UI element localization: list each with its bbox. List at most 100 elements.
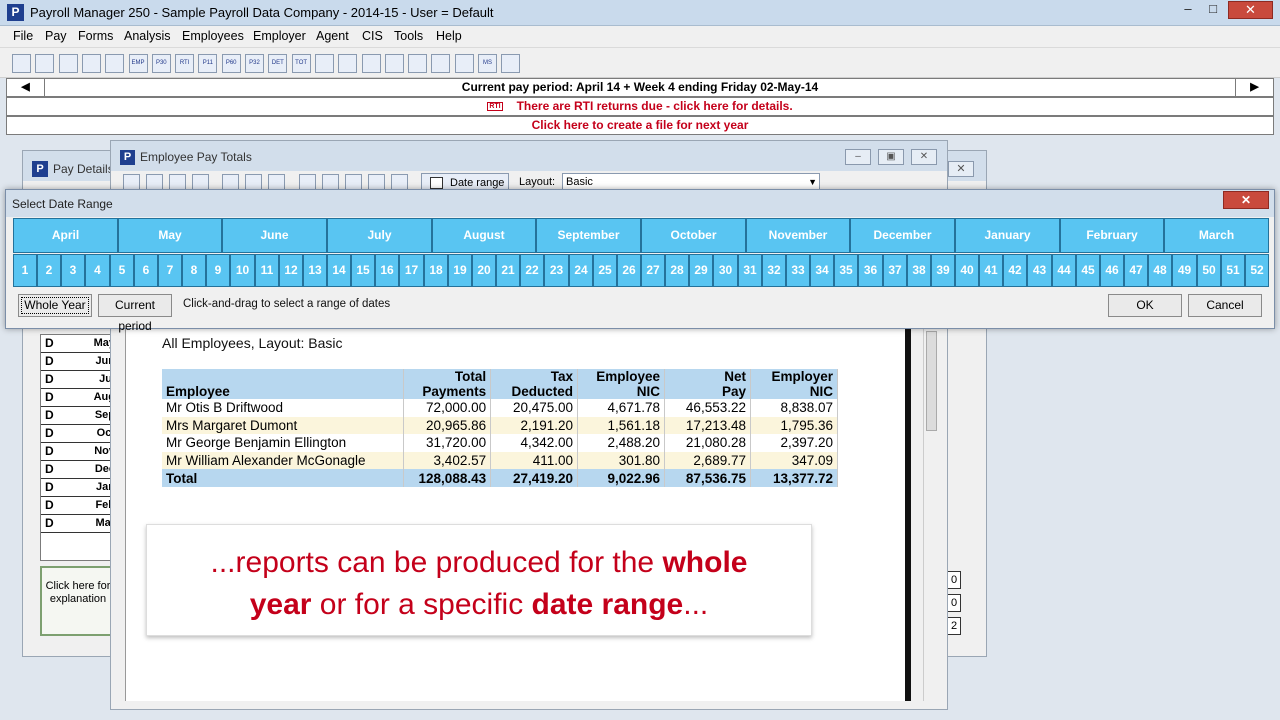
current-period-button[interactable]: Current period [98, 294, 172, 333]
tot-form-icon[interactable]: TOT [291, 54, 311, 73]
list-item[interactable]: DJan [41, 479, 111, 497]
web-icon[interactable] [501, 54, 521, 73]
week-cell[interactable]: 3 [61, 254, 85, 287]
month-cell-july[interactable]: July [327, 218, 432, 253]
month-cell-june[interactable]: June [222, 218, 327, 253]
rti-due-bar[interactable]: RTI There are RTI returns due - click her… [6, 97, 1274, 116]
p60-form-icon[interactable]: P60 [221, 54, 241, 73]
tick-icon[interactable] [314, 54, 334, 73]
week-cell[interactable]: 51 [1221, 254, 1245, 287]
week-cell[interactable]: 13 [303, 254, 327, 287]
grid-icon[interactable] [81, 54, 101, 73]
list-item[interactable]: DFeb [41, 497, 111, 515]
document-icon[interactable] [105, 54, 125, 73]
report-scrollbar[interactable] [923, 327, 939, 701]
week-cell[interactable]: 29 [689, 254, 713, 287]
p32-form-icon[interactable]: P32 [245, 54, 264, 73]
ept-close-button[interactable]: ✕ [911, 149, 937, 165]
week-cell[interactable]: 18 [424, 254, 448, 287]
list-item[interactable]: DMar [41, 515, 111, 533]
ms-icon[interactable]: MS [478, 54, 497, 73]
pay-details-list[interactable]: DMayDJunDJulDAugDSepDOctDNovDDecDJanDFeb… [40, 334, 112, 561]
month-cell-march[interactable]: March [1164, 218, 1269, 253]
ok-button[interactable]: OK [1108, 294, 1182, 317]
current-period-bar[interactable]: ◀ Current pay period: April 14 + Week 4 … [6, 78, 1274, 97]
list-item[interactable]: DSep [41, 407, 111, 425]
week-cell[interactable]: 34 [810, 254, 834, 287]
det-form-icon[interactable]: DET [268, 54, 288, 73]
week-cell[interactable]: 47 [1124, 254, 1148, 287]
date-range-close-button[interactable]: ✕ [1223, 191, 1269, 209]
week-cell[interactable]: 32 [762, 254, 786, 287]
week-cell[interactable]: 12 [279, 254, 303, 287]
week-cell[interactable]: 5 [110, 254, 134, 287]
week-cell[interactable]: 15 [351, 254, 375, 287]
maximize-button[interactable]: □ [1201, 1, 1225, 19]
week-cell[interactable]: 4 [85, 254, 110, 287]
coins-icon[interactable] [338, 54, 358, 73]
week-cell[interactable]: 43 [1027, 254, 1052, 287]
wrench-icon[interactable] [408, 54, 428, 73]
close-button[interactable]: ✕ [1228, 1, 1273, 19]
week-cell[interactable]: 16 [375, 254, 399, 287]
pay-details-close-button[interactable]: ✕ [948, 161, 974, 177]
menu-forms[interactable]: Forms [78, 29, 113, 43]
month-cell-august[interactable]: August [432, 218, 536, 253]
scrollbar-thumb[interactable] [926, 331, 937, 431]
week-cell[interactable]: 38 [907, 254, 931, 287]
cancel-button[interactable]: Cancel [1188, 294, 1262, 317]
list-item[interactable]: DOct [41, 425, 111, 443]
week-cell[interactable]: 19 [448, 254, 472, 287]
week-cell[interactable]: 50 [1197, 254, 1221, 287]
week-cell[interactable]: 21 [496, 254, 520, 287]
week-cell[interactable]: 40 [955, 254, 979, 287]
week-cell[interactable]: 33 [786, 254, 810, 287]
calculator-icon[interactable] [361, 54, 381, 73]
menu-tools[interactable]: Tools [394, 29, 423, 43]
open-folder-icon[interactable] [12, 54, 31, 73]
emp-form-icon[interactable]: EMP [128, 54, 148, 73]
week-cell[interactable]: 46 [1100, 254, 1124, 287]
menu-help[interactable]: Help [436, 29, 462, 43]
p11-form-icon[interactable]: P11 [198, 54, 218, 73]
month-cell-september[interactable]: September [536, 218, 641, 253]
factory-icon[interactable] [384, 54, 404, 73]
menu-employer[interactable]: Employer [253, 29, 306, 43]
week-cell[interactable]: 11 [255, 254, 279, 287]
week-cell[interactable]: 37 [883, 254, 907, 287]
ept-minimize-button[interactable]: – [845, 149, 871, 165]
month-cell-october[interactable]: October [641, 218, 746, 253]
week-cell[interactable]: 31 [738, 254, 762, 287]
list-item[interactable]: DAug [41, 389, 111, 407]
month-cell-may[interactable]: May [118, 218, 222, 253]
week-cell[interactable]: 41 [979, 254, 1003, 287]
week-cell[interactable]: 36 [858, 254, 883, 287]
list-item[interactable]: DMay [41, 335, 111, 353]
menu-analysis[interactable]: Analysis [124, 29, 171, 43]
week-cell[interactable]: 28 [665, 254, 689, 287]
menu-pay[interactable]: Pay [45, 29, 67, 43]
month-cell-april[interactable]: April [13, 218, 118, 253]
list-item[interactable]: DJul [41, 371, 111, 389]
week-cell[interactable]: 1 [13, 254, 37, 287]
chart-icon[interactable] [431, 54, 451, 73]
week-cell[interactable]: 39 [931, 254, 955, 287]
whole-year-button[interactable]: Whole Year [18, 294, 92, 317]
week-cell[interactable]: 25 [593, 254, 617, 287]
next-period-arrow-icon[interactable]: ▶ [1235, 79, 1273, 96]
week-cell[interactable]: 52 [1245, 254, 1269, 287]
week-cell[interactable]: 24 [569, 254, 593, 287]
p30-form-icon[interactable]: P30 [151, 54, 171, 73]
week-cell[interactable]: 6 [134, 254, 158, 287]
week-cell[interactable]: 35 [834, 254, 858, 287]
week-cell[interactable]: 27 [641, 254, 665, 287]
list-item[interactable]: DJun [41, 353, 111, 371]
week-cell[interactable]: 8 [182, 254, 206, 287]
menu-cis[interactable]: CIS [362, 29, 383, 43]
menu-employees[interactable]: Employees [182, 29, 244, 43]
month-cell-january[interactable]: January [955, 218, 1060, 253]
week-cell[interactable]: 48 [1148, 254, 1172, 287]
week-cell[interactable]: 26 [617, 254, 641, 287]
week-cell[interactable]: 14 [327, 254, 351, 287]
week-cell[interactable]: 20 [472, 254, 496, 287]
